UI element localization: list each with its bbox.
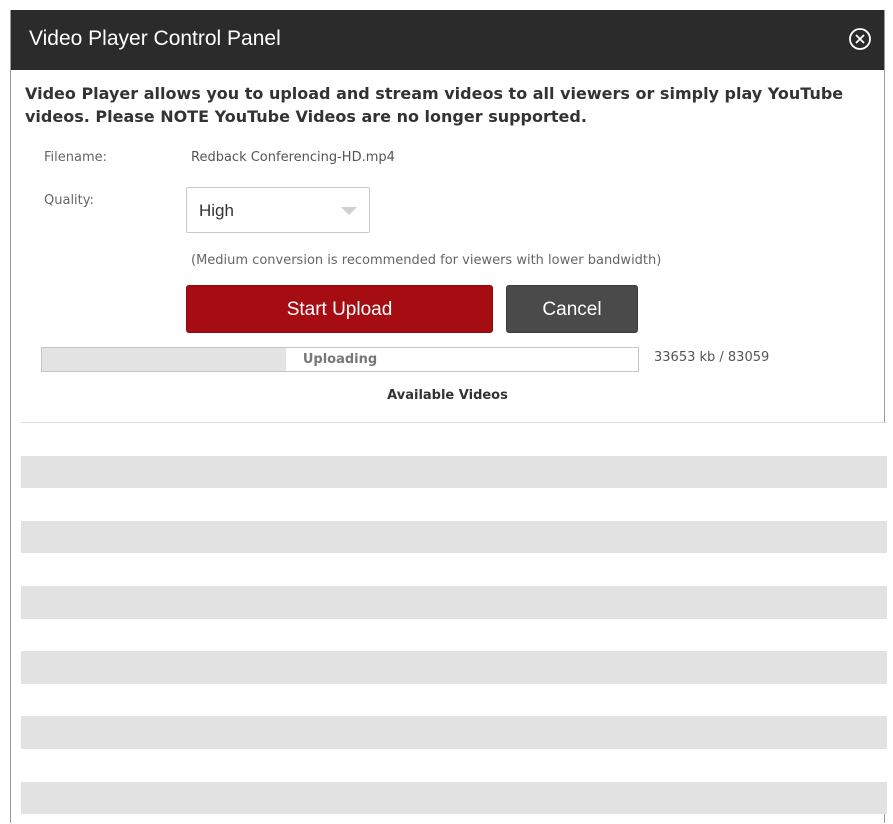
- video-player-panel: Video Player Control Panel Video Player …: [10, 10, 887, 824]
- list-item[interactable]: [21, 748, 887, 782]
- panel-title: Video Player Control Panel: [29, 27, 281, 50]
- quality-selected-value: High: [199, 201, 234, 220]
- upload-count: 33653 kb / 83059: [654, 350, 770, 365]
- start-upload-button[interactable]: Start Upload: [186, 285, 493, 333]
- filename-value: Redback Conferencing-HD.mp4: [191, 150, 395, 165]
- list-item[interactable]: [21, 716, 887, 749]
- list-item[interactable]: [21, 618, 887, 652]
- quality-label: Quality:: [44, 193, 94, 208]
- available-videos-list[interactable]: [21, 422, 887, 824]
- quality-hint: (Medium conversion is recommended for vi…: [191, 253, 662, 268]
- list-item[interactable]: [21, 423, 887, 456]
- list-item[interactable]: [21, 553, 887, 586]
- list-item[interactable]: [21, 488, 887, 521]
- intro-text: Video Player allows you to upload and st…: [25, 84, 844, 126]
- list-item[interactable]: [21, 683, 887, 717]
- quality-select[interactable]: High: [186, 187, 370, 233]
- list-item[interactable]: [21, 455, 887, 489]
- title-bar: Video Player Control Panel: [11, 10, 884, 70]
- list-item[interactable]: [21, 520, 887, 554]
- list-item[interactable]: [21, 585, 887, 619]
- filename-label: Filename:: [44, 150, 108, 165]
- list-item[interactable]: [21, 781, 887, 815]
- upload-status: Uploading: [302, 352, 378, 367]
- cancel-button[interactable]: Cancel: [506, 285, 638, 333]
- list-item[interactable]: [21, 651, 887, 684]
- chevron-down-icon: [341, 207, 357, 215]
- close-circle-icon[interactable]: [848, 27, 872, 51]
- available-videos-title: Available Videos: [387, 388, 508, 403]
- upload-progress-bar: Uploading: [41, 347, 639, 372]
